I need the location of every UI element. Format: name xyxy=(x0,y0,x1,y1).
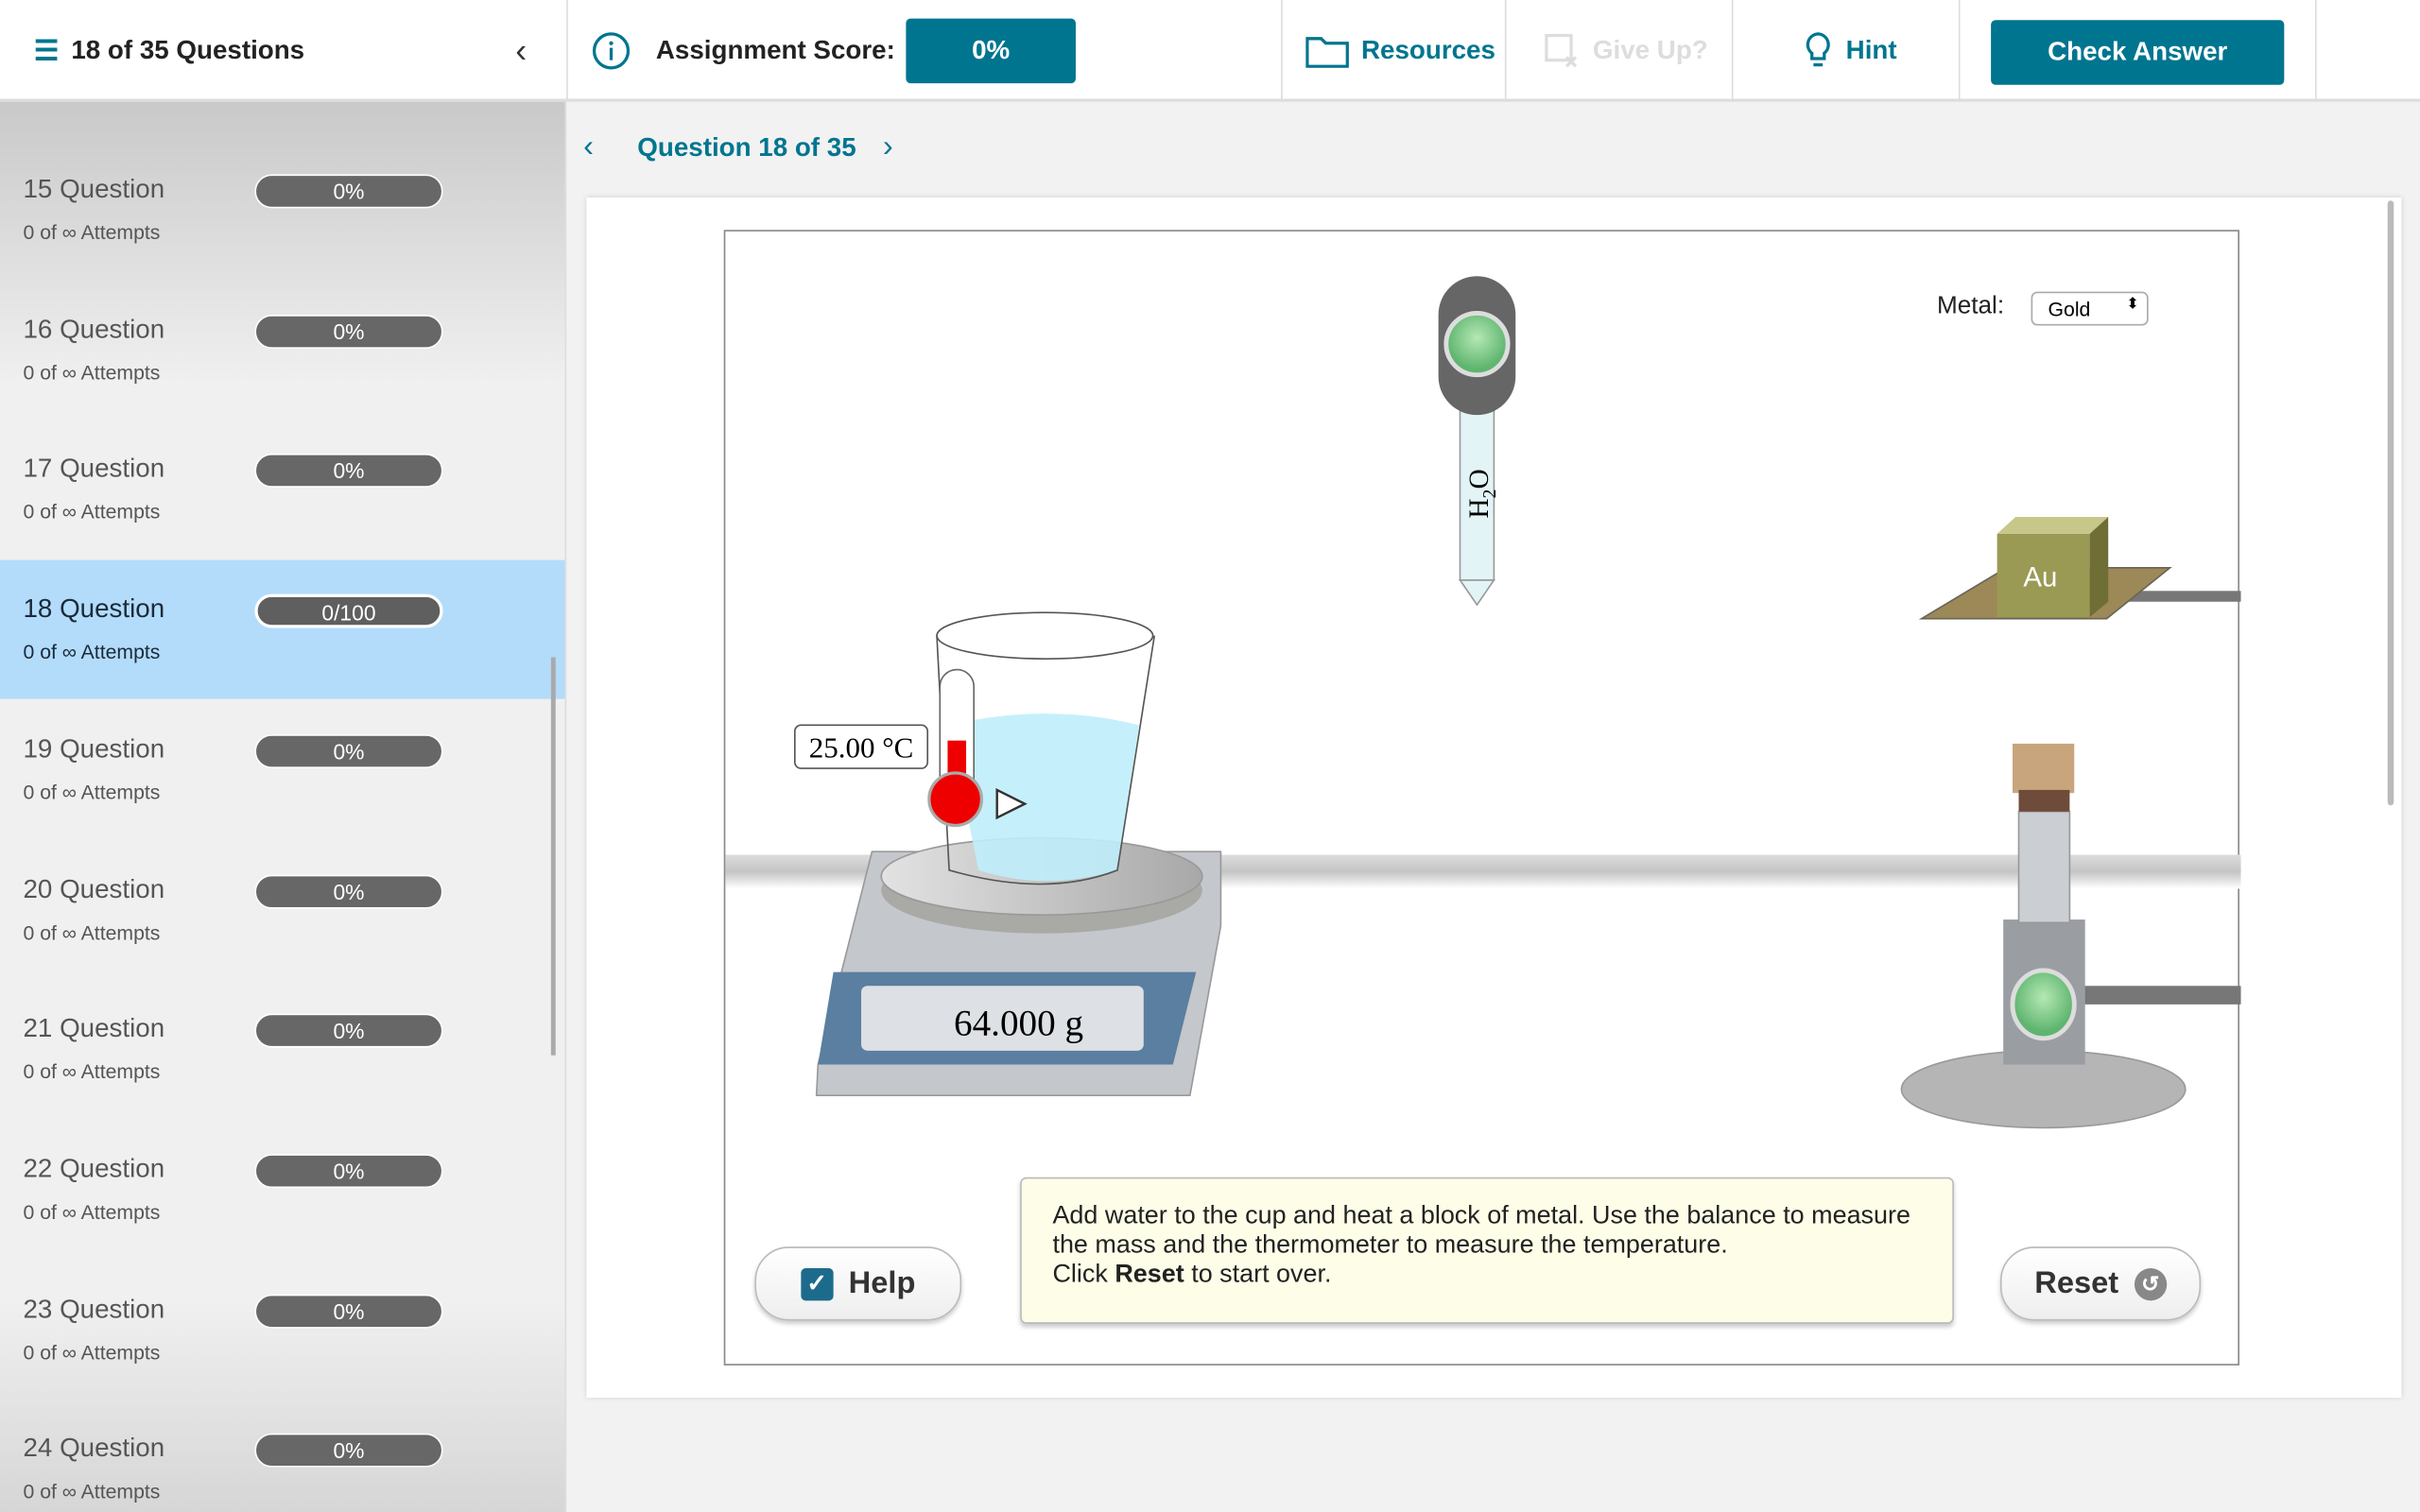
question-list: 15 Question 0 of ∞ Attempts 0% 16 Question 0… xyxy=(0,101,567,1512)
question-score-pill: 0% xyxy=(254,1434,443,1469)
question-attempts: 0 of ∞ Attempts xyxy=(23,1480,161,1503)
question-title: 21 Question xyxy=(23,1013,165,1043)
give-up-button[interactable]: Give Up? xyxy=(1544,0,1708,102)
metal-block[interactable]: Au xyxy=(1918,516,2241,620)
svg-text:25.00 °C: 25.00 °C xyxy=(809,731,914,765)
reset-icon: ↺ xyxy=(2134,1267,2167,1300)
question-score-pill: 0% xyxy=(254,454,443,489)
reset-button[interactable]: Reset ↺ xyxy=(1999,1246,2202,1321)
question-score-pill: 0% xyxy=(254,873,443,908)
question-score-pill: 0% xyxy=(254,174,443,209)
question-title: 19 Question xyxy=(23,733,165,764)
scrollbar[interactable] xyxy=(2387,200,2394,806)
header: ☰ 18 of 35 Questions ‹ Assignment Score:… xyxy=(0,0,2420,102)
question-score-pill: 0% xyxy=(254,1294,443,1329)
question-score-pill: 0% xyxy=(254,733,443,768)
instructions-box: Add water to the cup and heat a block of… xyxy=(1020,1177,1954,1324)
question-title: 17 Question xyxy=(23,454,165,484)
question-score-pill: 0% xyxy=(254,1154,443,1188)
question-attempts: 0 of ∞ Attempts xyxy=(23,780,161,804)
question-attempts: 0 of ∞ Attempts xyxy=(23,360,161,385)
sidebar-question-item[interactable]: 23 Question 0 of ∞ Attempts 0% xyxy=(0,1260,565,1399)
temperature-readout: 25.00 °C xyxy=(793,724,929,769)
question-score-pill: 0/100 xyxy=(254,593,443,628)
question-score-pill: 0% xyxy=(254,1013,443,1048)
question-title: 23 Question xyxy=(23,1294,165,1324)
sidebar-question-item[interactable]: 19 Question 0 of ∞ Attempts 0% xyxy=(0,700,565,839)
sidebar-question-item[interactable]: 21 Question 0 of ∞ Attempts 0% xyxy=(0,980,565,1119)
lightbulb-icon xyxy=(1806,32,1830,67)
sidebar-question-item[interactable]: 24 Question 0 of ∞ Attempts 0% xyxy=(0,1400,565,1512)
question-title: 18 Question xyxy=(23,593,165,624)
metal-label: Metal: xyxy=(1936,293,2005,319)
info-icon xyxy=(592,32,631,70)
give-up-icon xyxy=(1545,33,1578,68)
select-arrows-icon: ⬍ xyxy=(2126,296,2139,314)
mass-readout: 64.000 g xyxy=(954,1004,1083,1044)
sidebar-question-item[interactable]: 17 Question 0 of ∞ Attempts 0% xyxy=(0,421,565,559)
resources-button[interactable]: Resources xyxy=(1305,0,1495,102)
list-icon: ☰ xyxy=(33,34,60,66)
question-attempts: 0 of ∞ Attempts xyxy=(23,500,161,524)
question-title: 20 Question xyxy=(23,873,165,903)
question-title: 16 Question xyxy=(23,314,165,344)
prev-question-button[interactable]: ‹ xyxy=(583,129,594,165)
question-attempts: 0 of ∞ Attempts xyxy=(23,640,161,664)
score-value: 0% xyxy=(906,18,1076,84)
block-label: Au xyxy=(2023,561,2057,593)
question-nav-title: Question 18 of 35 xyxy=(637,132,856,163)
sidebar-question-item[interactable]: 15 Question 0 of ∞ Attempts 0% xyxy=(0,141,565,280)
sidebar-question-item[interactable]: 20 Question 0 of ∞ Attempts 0% xyxy=(0,840,565,979)
checkbox-checked-icon: ✓ xyxy=(801,1267,834,1300)
check-answer-button[interactable]: Check Answer xyxy=(1991,20,2285,85)
question-attempts: 0 of ∞ Attempts xyxy=(23,1340,161,1364)
sidebar-scrollbar[interactable] xyxy=(550,657,556,1056)
assignment-score: Assignment Score: xyxy=(591,0,895,102)
help-button[interactable]: ✓ Help xyxy=(754,1246,962,1321)
metal-select[interactable]: Gold ⬍ xyxy=(2031,291,2149,326)
next-question-button[interactable]: › xyxy=(883,129,893,165)
question-score-pill: 0% xyxy=(254,314,443,349)
bunsen-burner[interactable] xyxy=(1900,743,2241,1129)
folder-icon xyxy=(1305,37,1349,68)
question-attempts: 0 of ∞ Attempts xyxy=(23,919,161,944)
simulation-frame: H2O Au 64.000 g 25.00 °C Metal: Gold ⬍ ✓… xyxy=(723,230,2241,1366)
sidebar-question-item[interactable]: 18 Question 0 of ∞ Attempts 0/100 xyxy=(0,559,565,699)
question-attempts: 0 of ∞ Attempts xyxy=(23,220,161,244)
sidebar-question-item[interactable]: 16 Question 0 of ∞ Attempts 0% xyxy=(0,281,565,420)
water-dropper[interactable]: H2O xyxy=(1438,276,1516,607)
questions-toggle[interactable]: ☰ 18 of 35 Questions xyxy=(34,0,304,102)
question-title: 24 Question xyxy=(23,1434,165,1464)
question-title: 22 Question xyxy=(23,1154,165,1184)
question-attempts: 0 of ∞ Attempts xyxy=(23,1200,161,1224)
collapse-sidebar-button[interactable]: ‹ xyxy=(515,0,527,102)
hint-button[interactable]: Hint xyxy=(1803,0,1897,102)
question-title: 15 Question xyxy=(23,174,165,204)
sidebar-question-item[interactable]: 22 Question 0 of ∞ Attempts 0% xyxy=(0,1120,565,1259)
question-attempts: 0 of ∞ Attempts xyxy=(23,1059,161,1084)
